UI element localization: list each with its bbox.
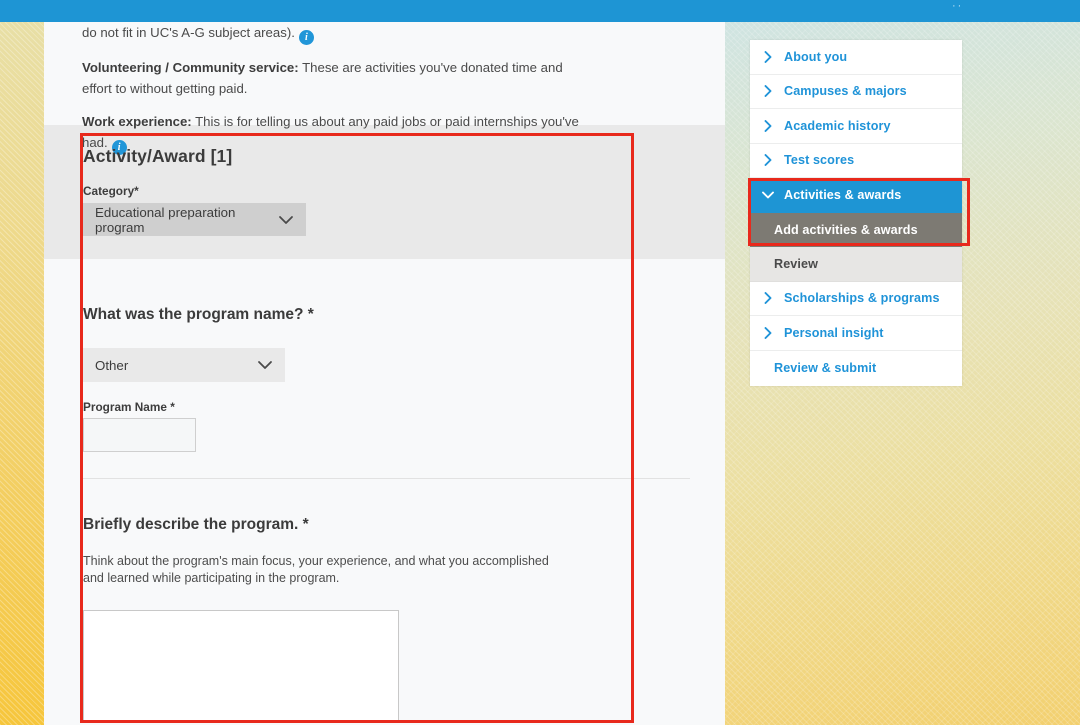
sidebar-item-review[interactable]: Review	[750, 247, 962, 282]
sidebar-item-activities-awards[interactable]: Activities & awards	[750, 178, 962, 213]
sidebar-item-label: Add activities & awards	[774, 222, 918, 237]
topbar-glyph: ··	[952, 0, 964, 12]
intro-volunteering-label: Volunteering / Community service:	[82, 60, 299, 75]
sidebar-item-academic-history[interactable]: Academic history	[750, 109, 962, 144]
sidebar-item-label: Review & submit	[774, 360, 877, 375]
chevron-right-icon	[761, 50, 774, 63]
page-title: Activity/Award [1]	[83, 146, 233, 166]
chevron-right-icon	[761, 119, 774, 132]
program-name-label: Program Name *	[83, 400, 175, 414]
intro-work-label: Work experience:	[82, 114, 192, 129]
describe-textarea[interactable]	[83, 610, 399, 723]
main-content-panel: do not fit in UC's A-G subject areas). i …	[44, 22, 725, 725]
sidebar-item-test-scores[interactable]: Test scores	[750, 143, 962, 178]
chevron-right-icon	[761, 85, 774, 98]
chevron-down-icon	[278, 215, 294, 225]
chevron-right-icon	[761, 326, 774, 339]
sidebar-item-add-activities-awards[interactable]: Add activities & awards	[750, 212, 962, 247]
top-app-bar: ··	[0, 0, 1080, 22]
chevron-down-icon	[257, 360, 273, 370]
chevron-down-icon	[761, 191, 774, 199]
intro-line-1-text: do not fit in UC's A-G subject areas).	[82, 25, 295, 40]
sidebar-item-label: Review	[774, 256, 819, 271]
intro-line-1: do not fit in UC's A-G subject areas). i	[82, 22, 582, 45]
sidebar-item-scholarships-programs[interactable]: Scholarships & programs	[750, 281, 962, 316]
sidebar-item-about-you[interactable]: About you	[750, 40, 962, 75]
sidebar-item-label: Scholarships & programs	[784, 291, 940, 306]
sidebar-item-label: Test scores	[784, 153, 855, 168]
sidebar-item-label: About you	[784, 49, 848, 64]
sidebar-item-label: Personal insight	[784, 325, 884, 340]
sidebar-item-campuses-majors[interactable]: Campuses & majors	[750, 74, 962, 109]
left-gold-stripe	[0, 22, 44, 725]
sidebar-item-personal-insight[interactable]: Personal insight	[750, 316, 962, 351]
section-nav-sidebar: About you Campuses & majors Academic his…	[750, 40, 962, 386]
program-name-input[interactable]	[83, 418, 196, 452]
sidebar-item-label: Academic history	[784, 118, 891, 133]
section-divider	[83, 478, 690, 479]
category-select-value: Educational preparation program	[95, 204, 236, 235]
describe-question: Briefly describe the program. *	[83, 516, 309, 533]
category-select[interactable]: Educational preparation program	[83, 203, 306, 236]
page-root: ·· do not fit in UC's A-G subject areas)…	[0, 0, 1080, 725]
intro-volunteering: Volunteering / Community service: These …	[82, 57, 582, 99]
program-name-question: What was the program name? *	[83, 306, 314, 323]
program-name-select-value: Other	[95, 357, 129, 373]
category-label: Category*	[83, 184, 139, 198]
sidebar-item-label: Campuses & majors	[784, 84, 907, 99]
sidebar-item-review-submit[interactable]: Review & submit	[750, 350, 962, 385]
describe-helper-text: Think about the program's main focus, yo…	[83, 554, 549, 585]
chevron-right-icon	[761, 154, 774, 167]
sidebar-item-label: Activities & awards	[784, 188, 902, 203]
program-name-select[interactable]: Other	[83, 348, 285, 382]
info-icon[interactable]: i	[298, 30, 314, 45]
chevron-right-icon	[761, 292, 774, 305]
